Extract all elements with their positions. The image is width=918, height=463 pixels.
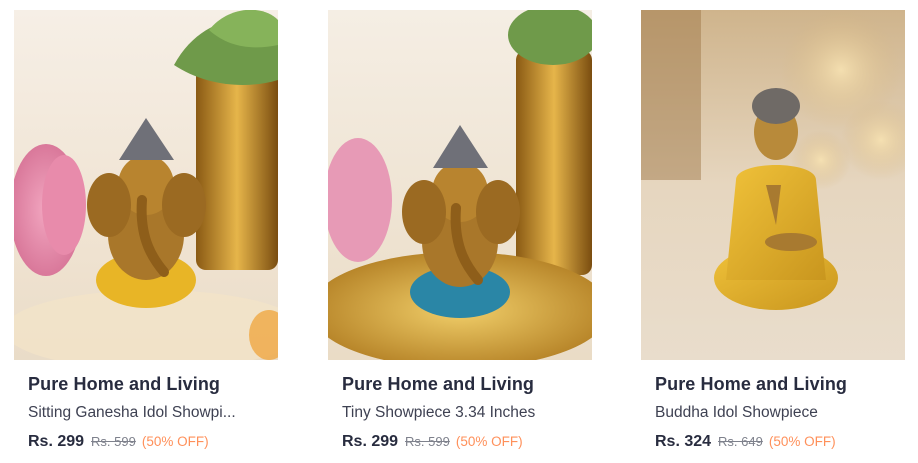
product-mrp: Rs. 649 <box>718 434 763 449</box>
price-row: Rs. 299 Rs. 599 (50% OFF) <box>28 433 209 451</box>
product-discount: (50% OFF) <box>141 434 209 449</box>
product-price: Rs. 324 <box>655 433 712 450</box>
product-image[interactable] <box>328 10 592 360</box>
product-mrp: Rs. 599 <box>91 434 136 449</box>
product-card[interactable]: Pure Home and Living Tiny Showpiece 3.34… <box>328 10 592 460</box>
product-image[interactable] <box>14 10 278 360</box>
product-image[interactable] <box>641 10 905 360</box>
product-price: Rs. 299 <box>342 433 399 450</box>
product-name: Tiny Showpiece 3.34 Inches <box>342 404 536 421</box>
product-discount: (50% OFF) <box>455 434 523 449</box>
product-card[interactable]: Pure Home and Living Sitting Ganesha Ido… <box>14 10 278 460</box>
product-card[interactable]: Pure Home and Living Buddha Idol Showpie… <box>641 10 905 460</box>
product-price: Rs. 299 <box>28 433 85 450</box>
product-mrp: Rs. 599 <box>405 434 450 449</box>
product-brand: Pure Home and Living <box>342 374 535 394</box>
product-brand: Pure Home and Living <box>28 374 221 394</box>
product-name: Buddha Idol Showpiece <box>655 404 818 421</box>
product-grid: Pure Home and Living Sitting Ganesha Ido… <box>0 0 918 463</box>
product-name: Sitting Ganesha Idol Showpi... <box>28 404 236 421</box>
product-discount: (50% OFF) <box>768 434 836 449</box>
price-row: Rs. 324 Rs. 649 (50% OFF) <box>655 433 836 451</box>
price-row: Rs. 299 Rs. 599 (50% OFF) <box>342 433 523 451</box>
product-brand: Pure Home and Living <box>655 374 848 394</box>
